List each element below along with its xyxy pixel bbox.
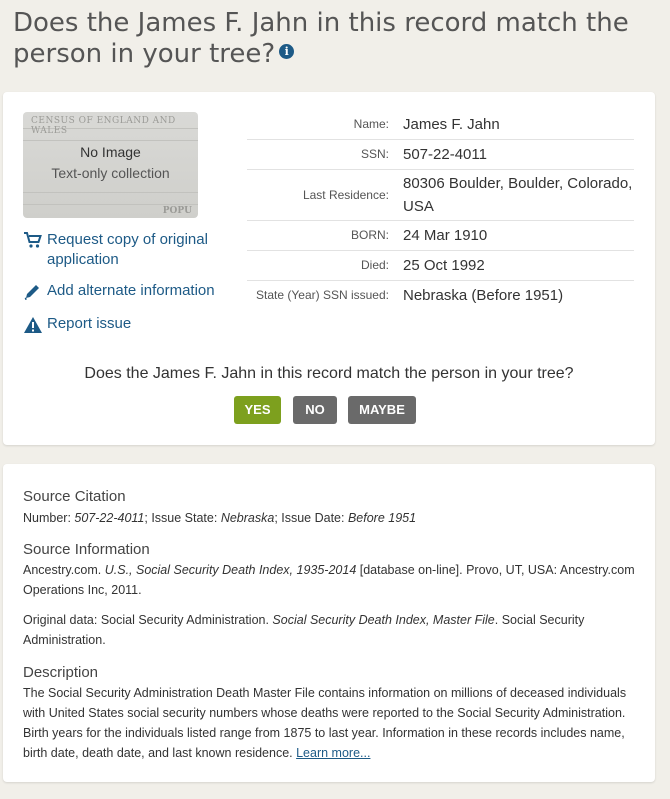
learn-more-link[interactable]: Learn more... xyxy=(296,746,370,760)
fact-row-died: Died: 25 Oct 1992 xyxy=(247,251,634,281)
fact-value: 25 Oct 1992 xyxy=(403,257,485,274)
fact-value: 24 Mar 1910 xyxy=(403,227,488,244)
info-icon[interactable]: i xyxy=(279,44,295,59)
fact-value: Nebraska (Before 1951) xyxy=(403,287,564,304)
fact-label: State (Year) SSN issued: xyxy=(256,288,389,302)
page-title: Does the James F. Jahn in this record ma… xyxy=(13,8,653,70)
thumbnail-rule xyxy=(23,140,198,141)
report-issue-label: Report issue xyxy=(47,315,132,332)
info-prefix: Ancestry.com. xyxy=(23,563,105,577)
thumbnail-watermark: CENSUS OF ENGLAND AND WALES xyxy=(31,116,176,136)
source-information-text: Ancestry.com. U.S., Social Security Deat… xyxy=(23,560,643,600)
fact-label: SSN: xyxy=(360,147,389,161)
text-only-label: Text-only collection xyxy=(51,165,170,181)
warning-icon xyxy=(24,317,42,333)
fact-row-name: Name: James F. Jahn xyxy=(247,110,634,140)
orig-prefix: Original data: Social Security Administr… xyxy=(23,613,273,627)
pencil-icon xyxy=(24,285,39,300)
yes-button[interactable]: YES xyxy=(234,396,281,424)
fact-row-ssn: SSN: 507-22-4011 xyxy=(247,140,634,170)
thumbnail-rule xyxy=(23,204,198,205)
fact-label: BORN: xyxy=(350,228,389,242)
citation-number-label: Number: xyxy=(23,511,75,525)
source-card: Source Citation Number: 507-22-4011; Iss… xyxy=(3,464,655,782)
add-alternate-info-link[interactable]: Add alternate information xyxy=(23,282,215,300)
description-title: Description xyxy=(23,664,99,681)
fact-label: Name: xyxy=(353,117,389,131)
maybe-button[interactable]: MAYBE xyxy=(348,396,416,424)
citation-state: Nebraska xyxy=(220,511,275,525)
page-title-text: Does the James F. Jahn in this record ma… xyxy=(13,8,629,69)
record-card: CENSUS OF ENGLAND AND WALES POPU No Imag… xyxy=(3,92,655,445)
fact-value: 80306 Boulder, Boulder, Colorado, USA xyxy=(403,175,633,215)
citation-state-label: ; Issue State: xyxy=(144,511,221,525)
fact-value: 507-22-4011 xyxy=(403,146,487,163)
source-citation-title: Source Citation xyxy=(23,488,126,505)
record-facts-table: Name: James F. Jahn SSN: 507-22-4011 Las… xyxy=(247,110,634,310)
citation-date-label: ; Issue Date: xyxy=(274,511,348,525)
thumbnail-watermark-bottom: POPU xyxy=(162,206,192,216)
fact-label: Died: xyxy=(360,258,389,272)
citation-number: 507-22-4011 xyxy=(74,511,145,525)
fact-row-residence: Last Residence: 80306 Boulder, Boulder, … xyxy=(247,170,634,221)
match-question: Does the James F. Jahn in this record ma… xyxy=(84,365,574,382)
report-issue-link[interactable]: Report issue xyxy=(23,315,131,333)
source-information-title: Source Information xyxy=(23,541,150,558)
cart-icon xyxy=(24,232,42,248)
thumbnail-rule xyxy=(23,192,198,193)
fact-row-ssn-issued: State (Year) SSN issued: Nebraska (Befor… xyxy=(247,281,634,310)
record-thumbnail[interactable]: CENSUS OF ENGLAND AND WALES POPU No Imag… xyxy=(23,112,198,218)
orig-title: Social Security Death Index, Master File xyxy=(272,613,495,627)
fact-row-born: BORN: 24 Mar 1910 xyxy=(247,221,634,251)
source-citation-text: Number: 507-22-4011; Issue State: Nebras… xyxy=(23,508,643,528)
fact-value: James F. Jahn xyxy=(403,116,500,133)
fact-label: Last Residence: xyxy=(302,187,389,202)
no-button[interactable]: NO xyxy=(293,396,337,424)
description-text: The Social Security Administration Death… xyxy=(23,683,643,763)
request-copy-link[interactable]: Request copy of original application xyxy=(23,230,223,270)
citation-date: Before 1951 xyxy=(347,511,417,525)
add-info-label: Add alternate information xyxy=(47,282,215,299)
request-copy-label: Request copy of original application xyxy=(47,231,208,268)
original-data-text: Original data: Social Security Administr… xyxy=(23,610,643,650)
no-image-label: No Image xyxy=(80,144,141,160)
info-database-title: U.S., Social Security Death Index, 1935-… xyxy=(104,563,357,577)
